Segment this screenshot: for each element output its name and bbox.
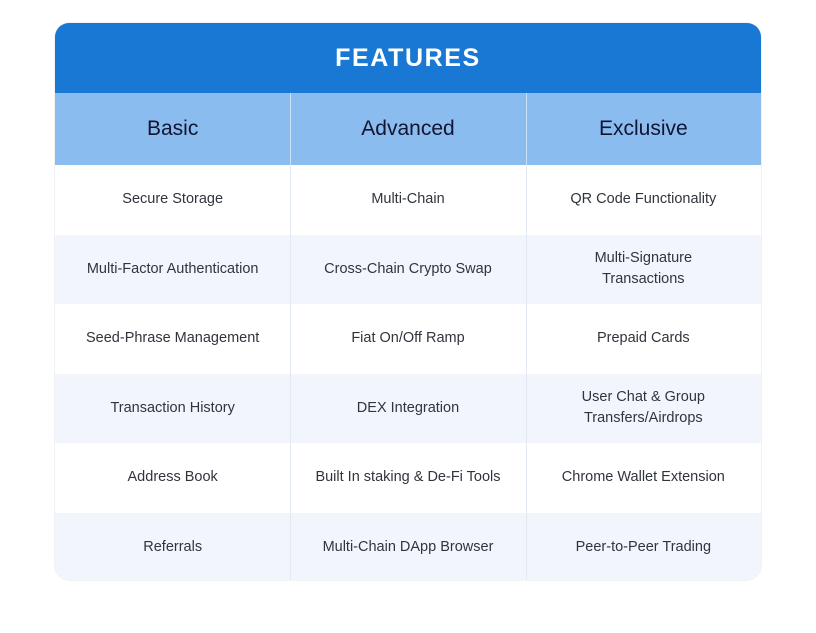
cell-text: Transaction History [110, 399, 235, 416]
column-header-label: Basic [146, 117, 199, 140]
table-cell-exclusive: User Chat & Group Transfers/Airdrops [525, 373, 761, 444]
table-cell-advanced: Multi-Chain DApp Browser [290, 512, 525, 580]
cell-text: Peer-to-Peer Trading [575, 538, 712, 555]
table-cell-exclusive: Chrome Wallet Extension [525, 443, 761, 513]
card-title-band: FEATURES [55, 23, 761, 93]
table-cell-exclusive: Multi-Signature Transactions [525, 234, 761, 305]
table-column-header-row: Basic Advanced Exclusive [55, 93, 761, 165]
features-comparison-card: FEATURES Basic Advanced Exclusive Secure… [55, 23, 761, 580]
cell-text: Chrome Wallet Extension [561, 469, 725, 486]
cell-text: Address Book [127, 469, 218, 486]
cell-text: Multi-Chain [371, 191, 445, 208]
table-cell-basic: Seed-Phrase Management [55, 304, 290, 374]
table-cell-advanced: DEX Integration [290, 373, 525, 444]
table-cell-basic: Secure Storage [55, 165, 290, 235]
cell-text: Seed-Phrase Management [86, 330, 260, 347]
table-column-header-basic: Basic [55, 93, 290, 165]
page-title: FEATURES [335, 43, 481, 72]
table-body: Secure Storage Multi-Chain QR Code Funct… [55, 165, 761, 580]
table-row: Transaction History DEX Integration User… [55, 373, 761, 444]
table-row: Secure Storage Multi-Chain QR Code Funct… [55, 165, 761, 235]
table-cell-basic: Referrals [55, 513, 290, 581]
table-cell-advanced: Fiat On/Off Ramp [290, 304, 525, 374]
table-cell-basic: Transaction History [55, 374, 290, 444]
table-cell-advanced: Multi-Chain [290, 165, 525, 235]
table-cell-basic: Multi-Factor Authentication [55, 235, 290, 305]
table-cell-exclusive: Prepaid Cards [525, 304, 761, 374]
table-cell-advanced: Cross-Chain Crypto Swap [290, 234, 525, 305]
cell-text: Cross-Chain Crypto Swap [324, 260, 492, 277]
table-cell-advanced: Built In staking & De-Fi Tools [290, 443, 525, 513]
table-row: Referrals Multi-Chain DApp Browser Peer-… [55, 512, 761, 581]
cell-text: DEX Integration [356, 399, 460, 416]
table-cell-exclusive: QR Code Functionality [525, 165, 761, 235]
table-row: Address Book Built In staking & De-Fi To… [55, 443, 761, 513]
cell-text: Built In staking & De-Fi Tools [315, 469, 501, 486]
cell-text: Multi-Factor Authentication [86, 260, 259, 277]
table-cell-basic: Address Book [55, 443, 290, 513]
cell-text: QR Code Functionality [570, 191, 717, 208]
cell-text: Secure Storage [122, 191, 224, 208]
cell-text: Fiat On/Off Ramp [351, 330, 465, 347]
column-header-label: Advanced [361, 117, 455, 140]
cell-text: Multi-Signature Transactions [594, 250, 693, 288]
table-row: Seed-Phrase Management Fiat On/Off Ramp … [55, 304, 761, 374]
cell-text: Prepaid Cards [596, 330, 690, 347]
table-column-header-advanced: Advanced [290, 93, 525, 165]
cell-text: User Chat & Group Transfers/Airdrops [581, 389, 705, 427]
column-header-label: Exclusive [598, 117, 688, 140]
table-cell-exclusive: Peer-to-Peer Trading [525, 512, 761, 580]
table-row: Multi-Factor Authentication Cross-Chain … [55, 234, 761, 305]
table-column-header-exclusive: Exclusive [525, 93, 761, 165]
cell-text: Referrals [143, 538, 203, 555]
cell-text: Multi-Chain DApp Browser [322, 538, 494, 555]
page-root: FEATURES Basic Advanced Exclusive Secure… [0, 0, 816, 633]
